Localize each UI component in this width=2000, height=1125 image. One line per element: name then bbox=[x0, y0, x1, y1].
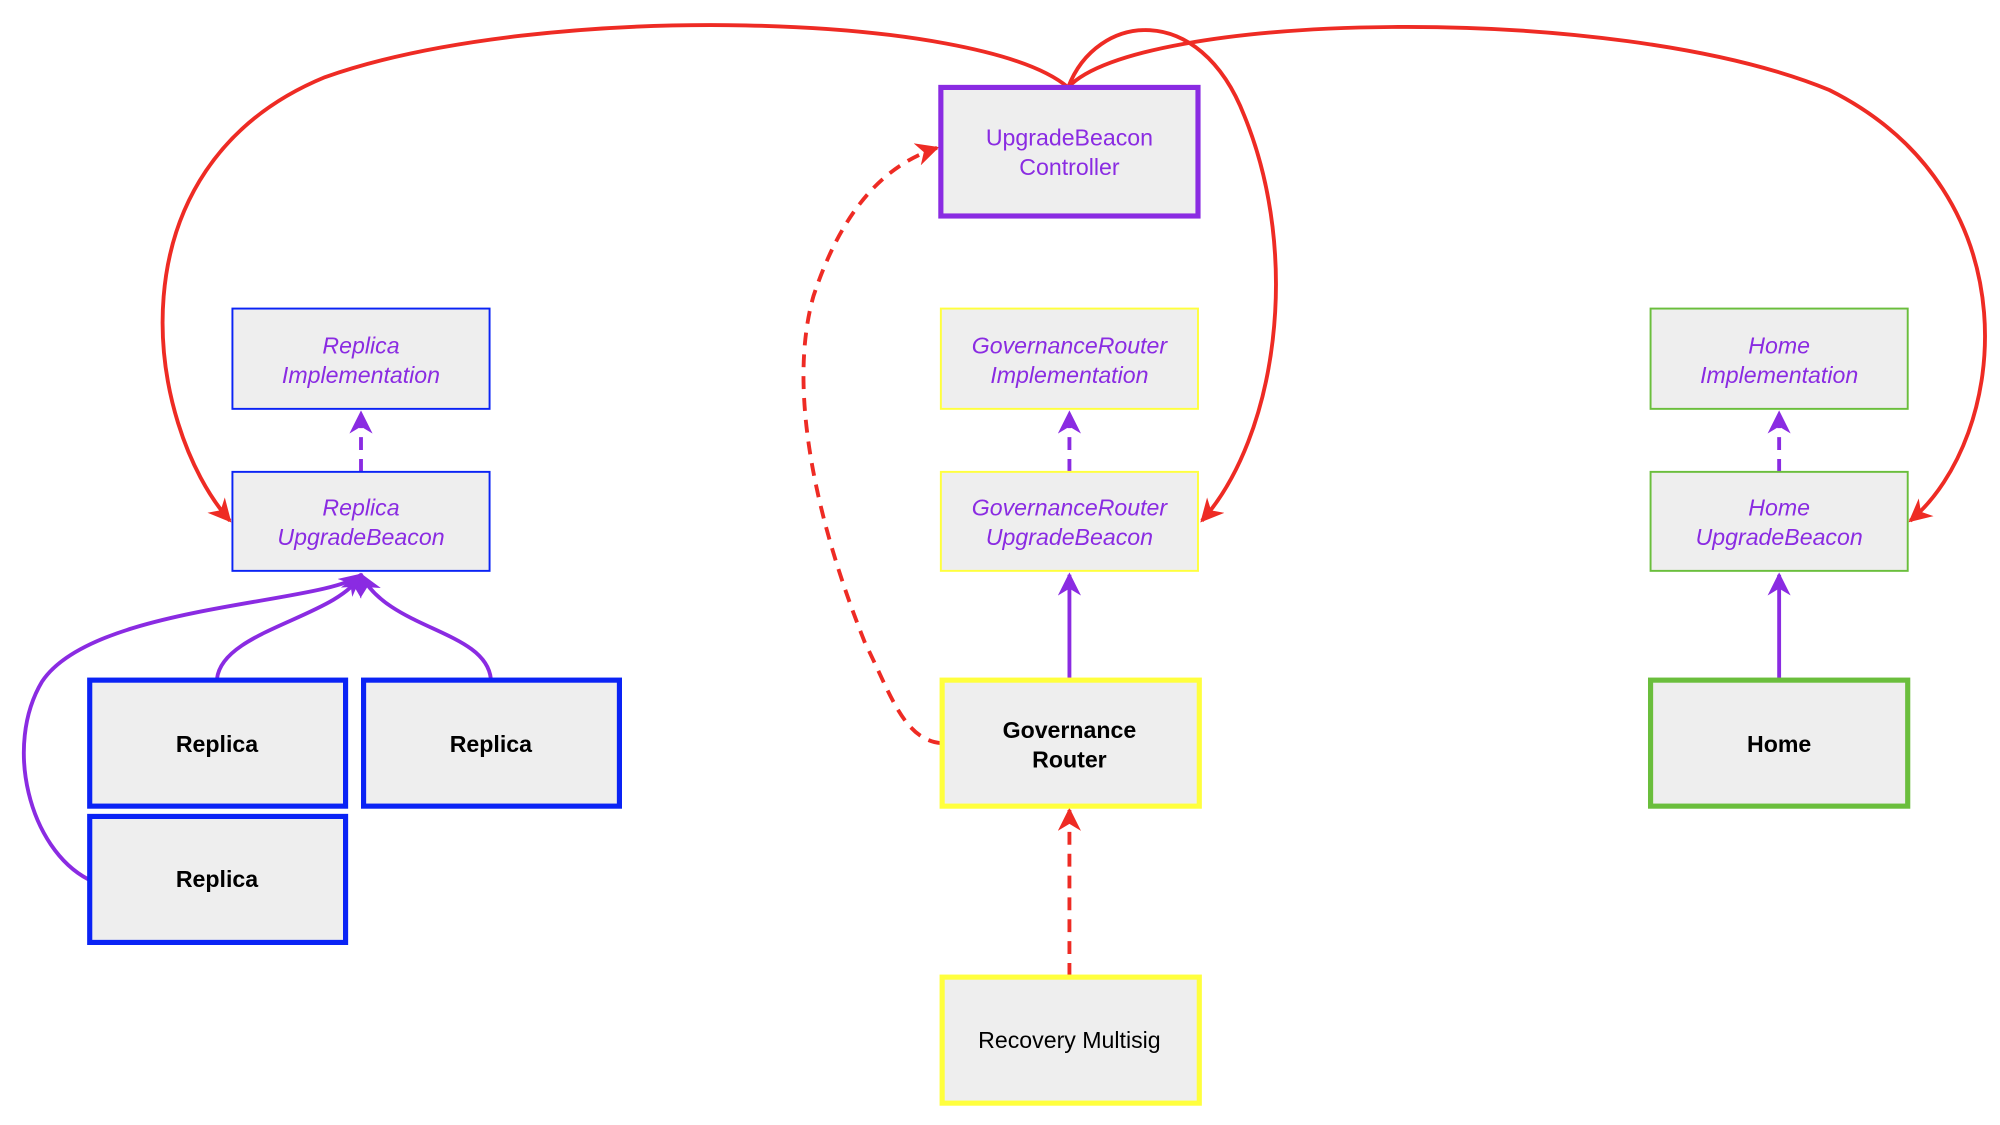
svg-text:Replica: Replica bbox=[322, 333, 399, 359]
svg-text:Router: Router bbox=[1032, 747, 1107, 773]
svg-text:UpgradeBeacon: UpgradeBeacon bbox=[277, 524, 444, 550]
node-governancerouter-implementation[interactable]: GovernanceRouter Implementation bbox=[939, 307, 1199, 410]
node-replica-2[interactable]: Replica bbox=[361, 677, 623, 809]
svg-text:Replica: Replica bbox=[176, 866, 259, 892]
node-home-upgradebeacon[interactable]: Home UpgradeBeacon bbox=[1649, 470, 1909, 572]
svg-text:Home: Home bbox=[1747, 731, 1811, 757]
svg-text:Recovery Multisig: Recovery Multisig bbox=[978, 1027, 1160, 1053]
svg-text:GovernanceRouter: GovernanceRouter bbox=[972, 333, 1169, 359]
edge-replica1-ub bbox=[215, 572, 363, 680]
svg-text:UpgradeBeacon: UpgradeBeacon bbox=[1696, 524, 1863, 550]
node-replica-3[interactable]: Replica bbox=[87, 813, 349, 945]
diagram: UpgradeBeacon Controller Replica Impleme… bbox=[21, 23, 1987, 1106]
svg-text:Implementation: Implementation bbox=[1700, 362, 1858, 388]
edge-ubc-replica-ub bbox=[160, 23, 1070, 523]
svg-text:Home: Home bbox=[1748, 333, 1810, 359]
svg-text:Controller: Controller bbox=[1019, 154, 1120, 180]
edge-ubc-home-ub bbox=[1066, 25, 1987, 523]
svg-text:Replica: Replica bbox=[450, 731, 533, 757]
edge-gr-ubc bbox=[801, 143, 942, 746]
svg-text:UpgradeBeacon: UpgradeBeacon bbox=[986, 124, 1153, 150]
node-replica-implementation[interactable]: Replica Implementation bbox=[231, 307, 491, 410]
svg-text:Replica: Replica bbox=[176, 731, 259, 757]
node-recovery-multisig[interactable]: Recovery Multisig bbox=[939, 974, 1202, 1106]
node-home[interactable]: Home bbox=[1648, 677, 1911, 809]
svg-text:UpgradeBeacon: UpgradeBeacon bbox=[986, 524, 1153, 550]
edge-replica2-ub bbox=[359, 572, 493, 680]
node-home-implementation[interactable]: Home Implementation bbox=[1649, 307, 1909, 410]
svg-text:Implementation: Implementation bbox=[282, 362, 440, 388]
node-replica-1[interactable]: Replica bbox=[87, 677, 349, 809]
svg-text:Home: Home bbox=[1748, 495, 1810, 521]
node-governance-router[interactable]: Governance Router bbox=[939, 677, 1202, 809]
node-governancerouter-upgradebeacon[interactable]: GovernanceRouter UpgradeBeacon bbox=[939, 470, 1199, 572]
svg-text:Replica: Replica bbox=[322, 495, 399, 521]
node-upgradebeacon-controller[interactable]: UpgradeBeacon Controller bbox=[938, 84, 1201, 219]
svg-text:Implementation: Implementation bbox=[990, 362, 1148, 388]
node-replica-upgradebeacon[interactable]: Replica UpgradeBeacon bbox=[231, 470, 491, 572]
svg-text:GovernanceRouter: GovernanceRouter bbox=[972, 495, 1169, 521]
svg-text:Governance: Governance bbox=[1003, 717, 1137, 743]
